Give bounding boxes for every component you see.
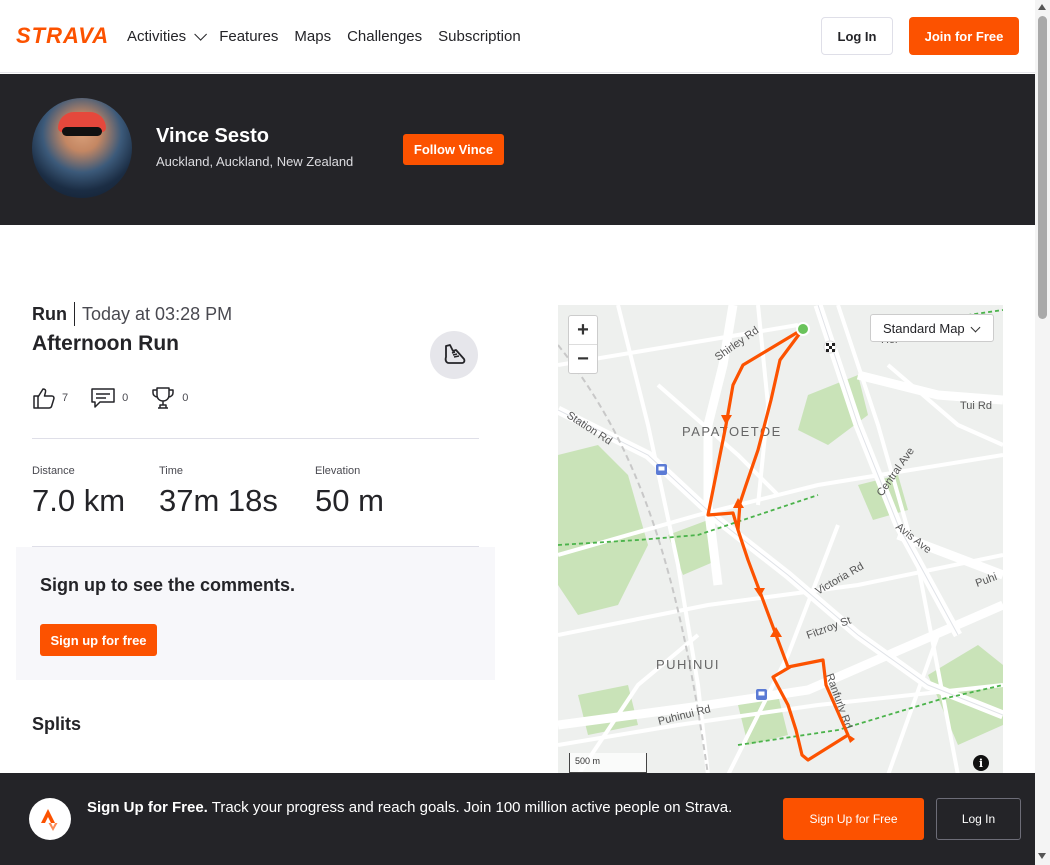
strava-logo-icon	[29, 798, 71, 840]
label-fitzroy-st: Fitzroy St	[805, 615, 853, 642]
zoom-out-button[interactable]: −	[569, 345, 597, 374]
signup-for-free-button[interactable]: Sign up for free	[40, 624, 157, 656]
map-canvas: Rd Shirley Rd Hol Station Rd Tui Rd Cent…	[558, 305, 1003, 775]
nav-challenges[interactable]: Challenges	[347, 28, 422, 45]
chevron-down-icon	[970, 322, 981, 333]
signup-banner: Sign Up for Free. Track your progress an…	[0, 773, 1035, 865]
train-station-icon	[656, 464, 667, 475]
run-shoe-icon	[430, 331, 478, 379]
nav-activities[interactable]: Activities	[127, 27, 208, 45]
join-button[interactable]: Join for Free	[909, 17, 1019, 55]
label-puhi: Puhi	[974, 571, 999, 590]
activity-type: Run	[32, 303, 67, 324]
social-counts: 7 0 0	[32, 385, 210, 411]
login-button[interactable]: Log In	[821, 17, 893, 55]
vertical-scrollbar[interactable]	[1035, 0, 1050, 865]
label-papatoetoe: PAPATOETOE	[682, 424, 782, 439]
stat-distance: Distance 7.0 km	[32, 465, 127, 519]
splits-title: Splits	[32, 714, 82, 734]
stat-label: Time	[159, 465, 184, 477]
trophy-icon	[152, 387, 174, 409]
logo-text: STRAVA	[16, 23, 110, 48]
comments-signup-title: Sign up to see the comments.	[40, 575, 296, 595]
activity-meta: Run Today at 03:28 PM	[32, 302, 232, 326]
scrollbar-thumb[interactable]	[1038, 16, 1047, 319]
info-icon[interactable]: i	[973, 755, 989, 771]
map-type-select[interactable]: Standard Map	[870, 314, 994, 342]
map-scale-bar: 500 m	[569, 753, 647, 773]
strava-chevron-icon	[41, 809, 58, 831]
follow-button[interactable]: Follow Vince	[403, 134, 504, 165]
route-end-marker	[823, 340, 837, 354]
kudos-count[interactable]: 7	[32, 386, 68, 410]
banner-login-button[interactable]: Log In	[936, 798, 1021, 840]
divider	[32, 438, 479, 439]
comment-icon	[91, 388, 115, 408]
comments-signup-box: Sign up to see the comments. Sign up for…	[16, 547, 495, 680]
label-puhinui: PUHINUI	[656, 657, 720, 672]
banner-bold: Sign Up for Free.	[87, 799, 208, 816]
banner-body: Track your progress and reach goals. Joi…	[207, 799, 733, 816]
nav-activities-label: Activities	[127, 27, 187, 45]
avatar[interactable]	[32, 98, 132, 198]
athlete-location: Auckland, Auckland, New Zealand	[156, 154, 354, 169]
athlete-header: Vince Sesto Auckland, Auckland, New Zeal…	[0, 74, 1035, 225]
shoe-icon-svg	[444, 344, 466, 364]
route-start-marker	[796, 322, 810, 336]
top-nav: STRAVA Activities Features Maps Challeng…	[0, 0, 1035, 73]
stat-elevation: Elevation 50 m	[315, 465, 384, 519]
comments-value: 0	[122, 392, 129, 404]
stat-value: 7.0 km	[32, 483, 126, 518]
athlete-name[interactable]: Vince Sesto	[156, 125, 269, 148]
stat-label: Distance	[32, 465, 75, 477]
banner-text: Sign Up for Free. Track your progress an…	[87, 797, 757, 819]
zoom-in-button[interactable]: +	[569, 316, 597, 345]
nav-links: Activities Features Maps Challenges Subs…	[127, 28, 537, 45]
activity-time: Today at 03:28 PM	[82, 303, 233, 324]
label-tui-rd: Tui Rd	[960, 400, 992, 412]
stat-label: Elevation	[315, 465, 361, 477]
divider	[74, 302, 75, 326]
chevron-down-icon	[194, 27, 208, 41]
avatar-goggles	[62, 127, 102, 136]
activity-stats: Distance 7.0 km Time 37m 18s Elevation 5…	[32, 465, 416, 519]
scroll-up-icon[interactable]	[1038, 4, 1046, 10]
stat-value: 50 m	[315, 483, 384, 518]
achievements-value: 0	[182, 392, 189, 404]
nav-subscription[interactable]: Subscription	[438, 28, 521, 45]
thumbs-up-icon	[33, 388, 55, 409]
map-type-label: Standard Map	[883, 320, 965, 336]
nav-maps[interactable]: Maps	[294, 28, 331, 45]
nav-features[interactable]: Features	[219, 28, 278, 45]
kudos-value: 7	[62, 392, 69, 404]
route-map[interactable]: Rd Shirley Rd Hol Station Rd Tui Rd Cent…	[558, 305, 1003, 775]
scroll-down-icon[interactable]	[1038, 853, 1046, 859]
activity-title: Afternoon Run	[32, 332, 179, 355]
achievements-count[interactable]: 0	[150, 385, 188, 411]
comments-count[interactable]: 0	[90, 386, 128, 410]
stat-value: 37m 18s	[159, 483, 278, 518]
strava-logo[interactable]: STRAVA	[16, 23, 111, 48]
page: STRAVA Activities Features Maps Challeng…	[0, 0, 1050, 865]
stat-time: Time 37m 18s	[159, 465, 283, 519]
zoom-controls: + −	[568, 315, 598, 374]
train-station-icon	[756, 689, 767, 700]
banner-signup-button[interactable]: Sign Up for Free	[783, 798, 924, 840]
